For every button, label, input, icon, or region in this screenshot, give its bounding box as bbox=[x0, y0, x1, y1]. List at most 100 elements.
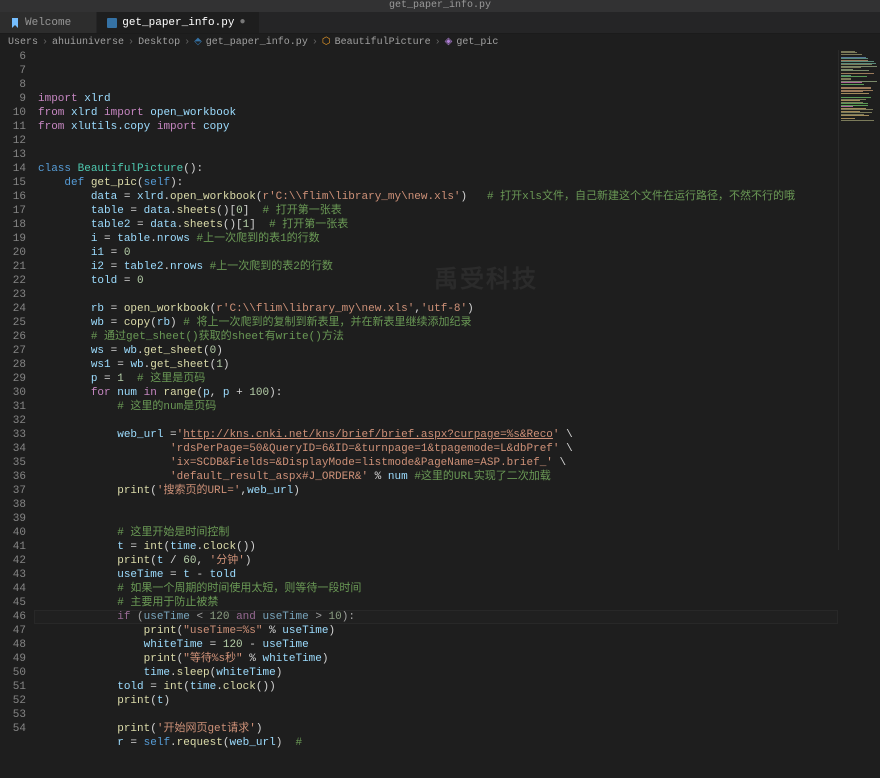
code-editor[interactable]: 禹受科技 import xlrdfrom xlrd import open_wo… bbox=[34, 50, 838, 550]
line-number: 36 bbox=[0, 470, 26, 484]
line-number: 26 bbox=[0, 330, 26, 344]
code-line[interactable]: from xlrd import open_workbook bbox=[38, 106, 838, 120]
line-number: 16 bbox=[0, 190, 26, 204]
code-line[interactable]: 'ix=SCDB&Fields=&DisplayMode=listmode&Pa… bbox=[38, 456, 838, 470]
code-line[interactable]: print(t / 60, '分钟') bbox=[38, 554, 838, 568]
code-line[interactable]: i2 = table2.nrows #上一次爬到的表2的行数 bbox=[38, 260, 838, 274]
breadcrumb[interactable]: Users › ahuiuniverse › Desktop › ⬘ get_paper_i… bbox=[0, 34, 880, 50]
breadcrumb-segment[interactable]: get_paper_info.py bbox=[206, 37, 308, 48]
line-number: 29 bbox=[0, 372, 26, 386]
chevron-right-icon: › bbox=[312, 37, 318, 48]
code-line[interactable]: wb = copy(rb) # 将上一次爬到的复制到新表里，并在新表里继续添加纪… bbox=[38, 316, 838, 330]
code-line[interactable]: # 通过get_sheet()获取的sheet有write()方法 bbox=[38, 330, 838, 344]
code-line[interactable]: # 这里开始是时间控制 bbox=[38, 526, 838, 540]
code-line[interactable]: table2 = data.sheets()[1] # 打开第一张表 bbox=[38, 218, 838, 232]
code-line[interactable]: table = data.sheets()[0] # 打开第一张表 bbox=[38, 204, 838, 218]
code-line[interactable]: print(t) bbox=[38, 694, 838, 708]
line-number: 10 bbox=[0, 106, 26, 120]
line-number: 27 bbox=[0, 344, 26, 358]
code-line[interactable]: def get_pic(self): bbox=[38, 176, 838, 190]
method-icon: ◈ bbox=[445, 36, 453, 48]
minimap[interactable] bbox=[838, 50, 880, 550]
line-number: 50 bbox=[0, 666, 26, 680]
code-line[interactable]: time.sleep(whiteTime) bbox=[38, 666, 838, 680]
code-line[interactable]: # 如果一个周期的时间使用太短，则等待一段时间 bbox=[38, 582, 838, 596]
bookmark-icon bbox=[10, 18, 20, 28]
code-line[interactable]: told = 0 bbox=[38, 274, 838, 288]
line-number: 31 bbox=[0, 400, 26, 414]
chevron-right-icon: › bbox=[184, 37, 190, 48]
line-number: 49 bbox=[0, 652, 26, 666]
code-line[interactable]: print("useTime=%s" % useTime) bbox=[38, 624, 838, 638]
code-line[interactable]: import xlrd bbox=[38, 92, 838, 106]
line-number: 53 bbox=[0, 708, 26, 722]
code-line[interactable] bbox=[38, 498, 838, 512]
line-number: 32 bbox=[0, 414, 26, 428]
line-number: 9 bbox=[0, 92, 26, 106]
line-number: 52 bbox=[0, 694, 26, 708]
code-line[interactable]: if (useTime < 120 and useTime > 10): bbox=[38, 610, 838, 624]
code-line[interactable]: print('开始网页get请求') bbox=[38, 722, 838, 736]
line-number: 43 bbox=[0, 568, 26, 582]
class-icon: ⬡ bbox=[322, 36, 331, 48]
code-line[interactable]: print('搜索页的URL=',web_url) bbox=[38, 484, 838, 498]
code-line[interactable]: for num in range(p, p + 100): bbox=[38, 386, 838, 400]
line-number: 7 bbox=[0, 64, 26, 78]
code-line[interactable]: i1 = 0 bbox=[38, 246, 838, 260]
window-title: get_paper_info.py bbox=[0, 0, 880, 12]
code-line[interactable]: web_url ='http://kns.cnki.net/kns/brief/… bbox=[38, 428, 838, 442]
breadcrumb-segment[interactable]: BeautifulPicture bbox=[335, 37, 431, 48]
code-line[interactable]: 'default_result_aspx#J_ORDER&' % num #这里… bbox=[38, 470, 838, 484]
line-number: 47 bbox=[0, 624, 26, 638]
code-line[interactable]: print("等待%s秒" % whiteTime) bbox=[38, 652, 838, 666]
code-line[interactable]: 'rdsPerPage=50&QueryID=6&ID=&turnpage=1&… bbox=[38, 442, 838, 456]
tab-welcome[interactable]: Welcome bbox=[0, 12, 97, 33]
line-number: 44 bbox=[0, 582, 26, 596]
line-number: 25 bbox=[0, 316, 26, 330]
line-gutter: 6789101112131415161718192021222324252627… bbox=[0, 50, 34, 550]
code-line[interactable]: whiteTime = 120 - useTime bbox=[38, 638, 838, 652]
code-line[interactable]: i = table.nrows #上一次爬到的表1的行数 bbox=[38, 232, 838, 246]
python-icon: ⬘ bbox=[194, 36, 202, 48]
dirty-indicator-icon[interactable]: ● bbox=[239, 17, 249, 28]
code-line[interactable] bbox=[38, 512, 838, 526]
code-line[interactable] bbox=[38, 288, 838, 302]
line-number: 28 bbox=[0, 358, 26, 372]
code-line[interactable] bbox=[38, 764, 838, 778]
breadcrumb-segment[interactable]: get_pic bbox=[456, 37, 498, 48]
code-line[interactable] bbox=[38, 134, 838, 148]
code-line[interactable]: class BeautifulPicture(): bbox=[38, 162, 838, 176]
code-line[interactable]: t = int(time.clock()) bbox=[38, 540, 838, 554]
tab-file[interactable]: get_paper_info.py● bbox=[97, 12, 260, 33]
code-line[interactable]: # 这里的num是页码 bbox=[38, 400, 838, 414]
line-number: 41 bbox=[0, 540, 26, 554]
line-number: 12 bbox=[0, 134, 26, 148]
code-line[interactable]: from xlutils.copy import copy bbox=[38, 120, 838, 134]
chevron-right-icon: › bbox=[128, 37, 134, 48]
code-line[interactable] bbox=[38, 750, 838, 764]
line-number: 21 bbox=[0, 260, 26, 274]
line-number: 45 bbox=[0, 596, 26, 610]
python-icon bbox=[107, 18, 117, 28]
line-number: 15 bbox=[0, 176, 26, 190]
code-line[interactable] bbox=[38, 414, 838, 428]
code-line[interactable]: ws = wb.get_sheet(0) bbox=[38, 344, 838, 358]
line-number: 39 bbox=[0, 512, 26, 526]
line-number: 6 bbox=[0, 50, 26, 64]
code-line[interactable]: useTime = t - told bbox=[38, 568, 838, 582]
code-line[interactable] bbox=[38, 708, 838, 722]
line-number: 13 bbox=[0, 148, 26, 162]
code-line[interactable]: rb = open_workbook(r'C:\\flim\library_my… bbox=[38, 302, 838, 316]
line-number: 18 bbox=[0, 218, 26, 232]
code-line[interactable]: data = xlrd.open_workbook(r'C:\\flim\lib… bbox=[38, 190, 838, 204]
code-line[interactable]: r = self.request(web_url) # bbox=[38, 736, 838, 750]
line-number: 54 bbox=[0, 722, 26, 736]
breadcrumb-segment[interactable]: Desktop bbox=[138, 37, 180, 48]
code-line[interactable]: told = int(time.clock()) bbox=[38, 680, 838, 694]
breadcrumb-segment[interactable]: Users bbox=[8, 37, 38, 48]
breadcrumb-segment[interactable]: ahuiuniverse bbox=[52, 37, 124, 48]
code-line[interactable] bbox=[38, 148, 838, 162]
code-line[interactable]: ws1 = wb.get_sheet(1) bbox=[38, 358, 838, 372]
code-line[interactable]: # 主要用于防止被禁 bbox=[38, 596, 838, 610]
code-line[interactable]: p = 1 # 这里是页码 bbox=[38, 372, 838, 386]
